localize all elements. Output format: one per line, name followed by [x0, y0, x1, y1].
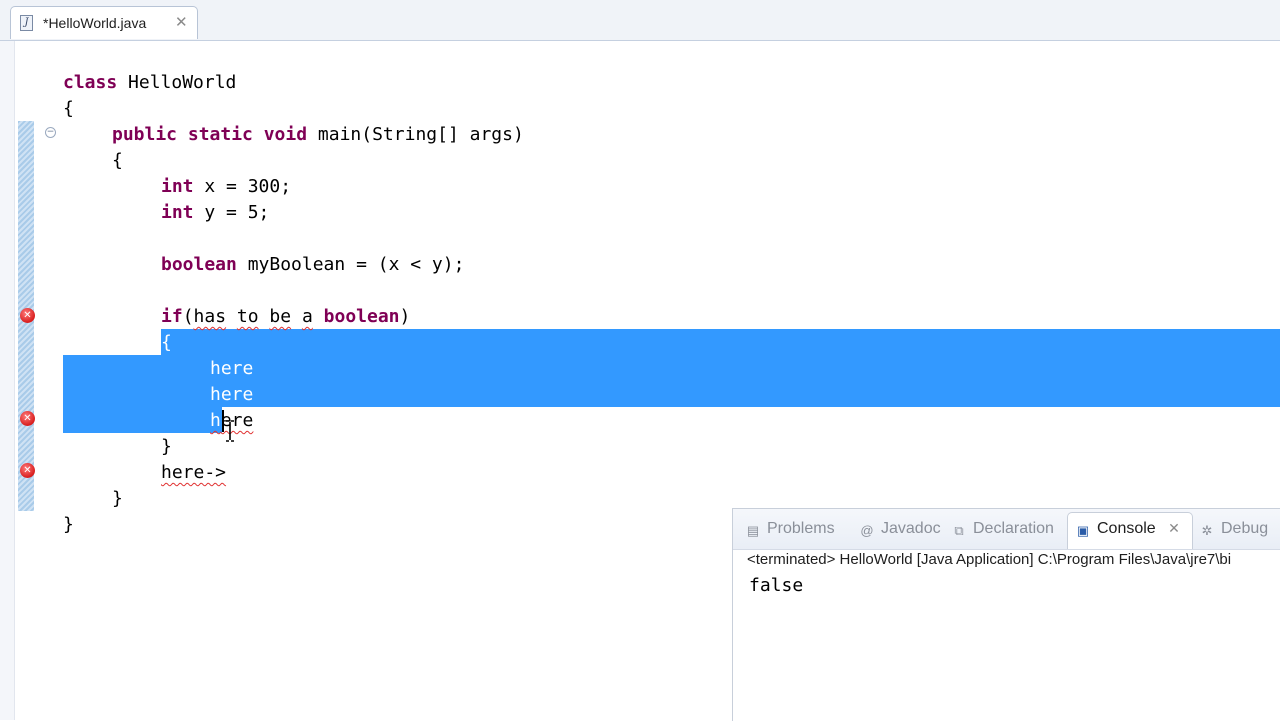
- code-line-error[interactable]: if(has to be a boolean): [161, 304, 410, 330]
- code-line-selected[interactable]: here: [210, 356, 253, 382]
- debug-icon: ✲: [1201, 523, 1213, 538]
- code-line[interactable]: boolean myBoolean = (x < y);: [161, 252, 464, 278]
- view-tab-bar: ▤ Problems @ Javadoc ⧉ Declaration ▣ Console…: [733, 509, 1280, 550]
- error-icon[interactable]: ✕: [20, 308, 35, 323]
- fold-collapse-icon[interactable]: −: [45, 127, 56, 138]
- console-status-line: <terminated> HelloWorld [Java Applicatio…: [747, 551, 1232, 568]
- tab-debug[interactable]: ✲ Debug: [1199, 520, 1269, 539]
- text-selection: [63, 407, 222, 433]
- code-line[interactable]: int y = 5;: [161, 200, 269, 226]
- at-sign-icon: @: [860, 523, 874, 538]
- declaration-icon: ⧉: [954, 523, 964, 538]
- console-panel: ▤ Problems @ Javadoc ⧉ Declaration ▣ Console…: [732, 508, 1280, 721]
- code-line[interactable]: int x = 300;: [161, 174, 291, 200]
- console-icon: ▣: [1076, 523, 1090, 538]
- tab-javadoc[interactable]: @ Javadoc: [859, 520, 940, 539]
- error-icon[interactable]: ✕: [20, 463, 35, 478]
- code-line-error[interactable]: here->: [161, 460, 226, 486]
- problems-icon: ▤: [746, 523, 760, 538]
- java-file-icon: J: [20, 15, 33, 31]
- left-gutter: [0, 41, 15, 720]
- tab-console[interactable]: ▣ Console ✕: [1075, 520, 1180, 539]
- code-line[interactable]: {: [63, 96, 74, 122]
- code-line[interactable]: }: [161, 434, 172, 460]
- text-selection: [161, 329, 1280, 355]
- code-line-selected[interactable]: {: [161, 330, 172, 356]
- ibeam-cursor-icon: [226, 420, 234, 442]
- tab-declaration[interactable]: ⧉ Declaration: [951, 520, 1054, 539]
- editor-tab-label: *HelloWorld.java: [43, 15, 147, 31]
- code-line[interactable]: {: [112, 148, 123, 174]
- code-line[interactable]: class HelloWorld: [63, 70, 236, 96]
- code-line[interactable]: public static void main(String[] args): [112, 122, 524, 148]
- editor-tab-bar: J *HelloWorld.java ✕: [0, 0, 1280, 41]
- tab-problems[interactable]: ▤ Problems: [745, 520, 835, 539]
- close-icon[interactable]: ✕: [1168, 520, 1180, 536]
- close-icon[interactable]: ✕: [175, 13, 188, 31]
- code-line[interactable]: }: [112, 486, 123, 512]
- code-line-selected[interactable]: here: [210, 382, 253, 408]
- console-output[interactable]: false: [749, 575, 803, 596]
- editor-tab-helloworld[interactable]: J *HelloWorld.java ✕: [10, 6, 198, 39]
- error-icon[interactable]: ✕: [20, 411, 35, 426]
- code-line[interactable]: }: [63, 512, 74, 538]
